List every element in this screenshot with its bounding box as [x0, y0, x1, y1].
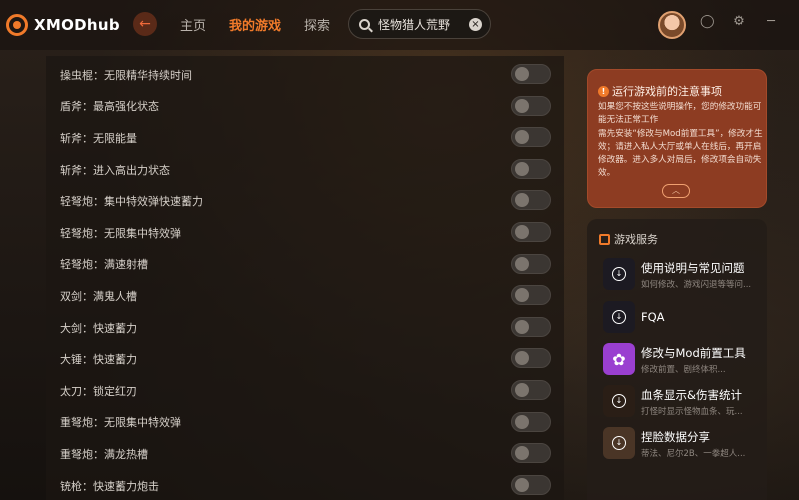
- notice-header: ! 运行游戏前的注意事项: [598, 83, 722, 99]
- service-subtitle: 如何修改、游戏闪退等等问...: [641, 280, 752, 290]
- user-avatar[interactable]: [658, 11, 686, 39]
- mod-row: 轻弩炮：无限集中特效弹: [46, 217, 564, 249]
- download-icon: ↓: [603, 301, 635, 333]
- mod-label: 轻弩炮：满速射槽: [60, 258, 148, 272]
- mod-label: 双剑：满鬼人槽: [60, 289, 137, 303]
- mod-row: 盾斧：最高强化状态: [46, 91, 564, 123]
- mod-toggle[interactable]: [511, 127, 551, 148]
- mod-label: 斩斧：无限能量: [60, 131, 137, 145]
- mod-toggle[interactable]: [511, 285, 551, 306]
- service-subtitle: 打怪时显示怪物血条、玩...: [641, 407, 743, 417]
- warning-icon: !: [598, 85, 609, 97]
- mod-label: 轻弩炮：无限集中特效弹: [60, 226, 181, 240]
- mod-list: 操虫棍：无限精华持续时间 盾斧：最高强化状态 斩斧：无限能量 斩斧：进入高出力状态 轻弩…: [46, 56, 564, 500]
- mod-label: 盾斧：最高强化状态: [60, 100, 159, 114]
- main-nav: 主页 我的游戏 探索: [180, 15, 330, 34]
- mod-toggle[interactable]: [511, 380, 551, 400]
- service-subtitle: 蒂法、尼尔2B、一拳超人...: [641, 449, 746, 459]
- mod-label: 大剑：快速蓄力: [60, 321, 137, 335]
- service-item[interactable]: ↓ 捏脸数据分享蒂法、尼尔2B、一拳超人...: [603, 427, 763, 461]
- mod-row: 双剑：满鬼人槽: [46, 280, 564, 312]
- mod-label: 重弩炮：满龙热槽: [60, 447, 148, 461]
- notice-body: 如果您不按这些说明操作，您的修改功能可能无法正常工作 需先安装“修改与Mod前置工…: [598, 102, 763, 179]
- xmod-logo-icon: [6, 14, 28, 36]
- app-logo[interactable]: XMODhub: [6, 14, 120, 36]
- nav-my-games[interactable]: 我的游戏: [229, 15, 281, 34]
- settings-icon[interactable]: ⚙: [732, 15, 746, 29]
- mod-row: 轻弩炮：集中特效弹快速蓄力: [46, 185, 564, 217]
- service-item[interactable]: ↓ 血条显示&伤害统计打怪时显示怪物血条、玩...: [603, 385, 763, 419]
- mod-label: 轻弩炮：集中特效弹快速蓄力: [60, 195, 203, 209]
- service-title: 捏脸数据分享: [641, 430, 710, 444]
- mod-label: 大锤：快速蓄力: [60, 353, 137, 367]
- mod-toggle[interactable]: [511, 64, 551, 84]
- window-controls: ◯ ⚙ ─ ✕: [700, 15, 799, 29]
- notice-title: 运行游戏前的注意事项: [612, 85, 722, 98]
- box-icon: [599, 233, 610, 245]
- mod-toggle[interactable]: [511, 474, 551, 495]
- nav-home[interactable]: 主页: [180, 15, 206, 34]
- mod-toggle[interactable]: [511, 158, 551, 179]
- minimize-icon[interactable]: ─: [764, 15, 778, 29]
- service-item[interactable]: ✿ 修改与Mod前置工具修改前置、剧终体积...: [603, 343, 763, 377]
- mod-row: 轻弩炮：满速射槽: [46, 249, 564, 281]
- services-header: 游戏服务: [599, 231, 658, 247]
- mod-row: 重弩炮：无限集中特效弹: [46, 407, 564, 439]
- app-name: XMODhub: [34, 16, 120, 34]
- mod-toggle[interactable]: [511, 222, 551, 242]
- mod-toggle[interactable]: [511, 348, 551, 369]
- search-icon: [359, 18, 370, 30]
- mod-toggle[interactable]: [511, 316, 551, 337]
- download-icon: ↓: [603, 258, 635, 290]
- service-item[interactable]: ↓ 使用说明与常见问题如何修改、游戏闪退等等问...: [603, 258, 763, 292]
- mod-label: 铳枪：快速蓄力炮击: [60, 479, 159, 493]
- download-icon: ↓: [603, 385, 635, 417]
- mod-row: 操虫棍：无限精华持续时间: [46, 59, 564, 91]
- mod-toggle[interactable]: [511, 253, 551, 274]
- search-box[interactable]: 怪物猎人荒野 ×: [348, 9, 491, 39]
- service-title: 血条显示&伤害统计: [641, 388, 742, 402]
- mod-label: 太刀：锁定红刃: [60, 384, 137, 398]
- mod-row: 大锤：快速蓄力: [46, 343, 564, 375]
- mod-row: 重弩炮：满龙热槽: [46, 438, 564, 470]
- mod-row: 斩斧：无限能量: [46, 122, 564, 154]
- mod-label: 重弩炮：无限集中特效弹: [60, 416, 181, 430]
- service-title: 使用说明与常见问题: [641, 261, 745, 275]
- collapse-notice-button[interactable]: ︿: [662, 184, 690, 198]
- search-input[interactable]: 怪物猎人荒野: [378, 16, 450, 33]
- service-subtitle: 修改前置、剧终体积...: [641, 365, 726, 375]
- support-icon[interactable]: ◯: [700, 15, 715, 29]
- mod-toggle[interactable]: [511, 95, 551, 116]
- nav-explore[interactable]: 探索: [304, 15, 330, 34]
- download-icon: ↓: [603, 427, 635, 459]
- mod-label: 操虫棍：无限精华持续时间: [60, 68, 192, 82]
- service-item[interactable]: ↓ FQA: [603, 301, 763, 335]
- mod-toggle[interactable]: [511, 411, 551, 432]
- mod-row: 斩斧：进入高出力状态: [46, 154, 564, 186]
- mod-row: 铳枪：快速蓄力炮击: [46, 470, 564, 500]
- mod-toggle[interactable]: [511, 443, 551, 464]
- service-title: FQA: [641, 310, 665, 324]
- mod-toggle[interactable]: [511, 190, 551, 211]
- mod-row: 大剑：快速蓄力: [46, 312, 564, 344]
- back-button[interactable]: ←: [133, 12, 157, 36]
- services-title: 游戏服务: [614, 233, 658, 246]
- mod-row: 太刀：锁定红刃: [46, 375, 564, 407]
- clear-search-icon[interactable]: ×: [469, 18, 482, 31]
- service-title: 修改与Mod前置工具: [641, 346, 746, 360]
- flower-icon: ✿: [603, 343, 635, 375]
- mod-label: 斩斧：进入高出力状态: [60, 163, 170, 177]
